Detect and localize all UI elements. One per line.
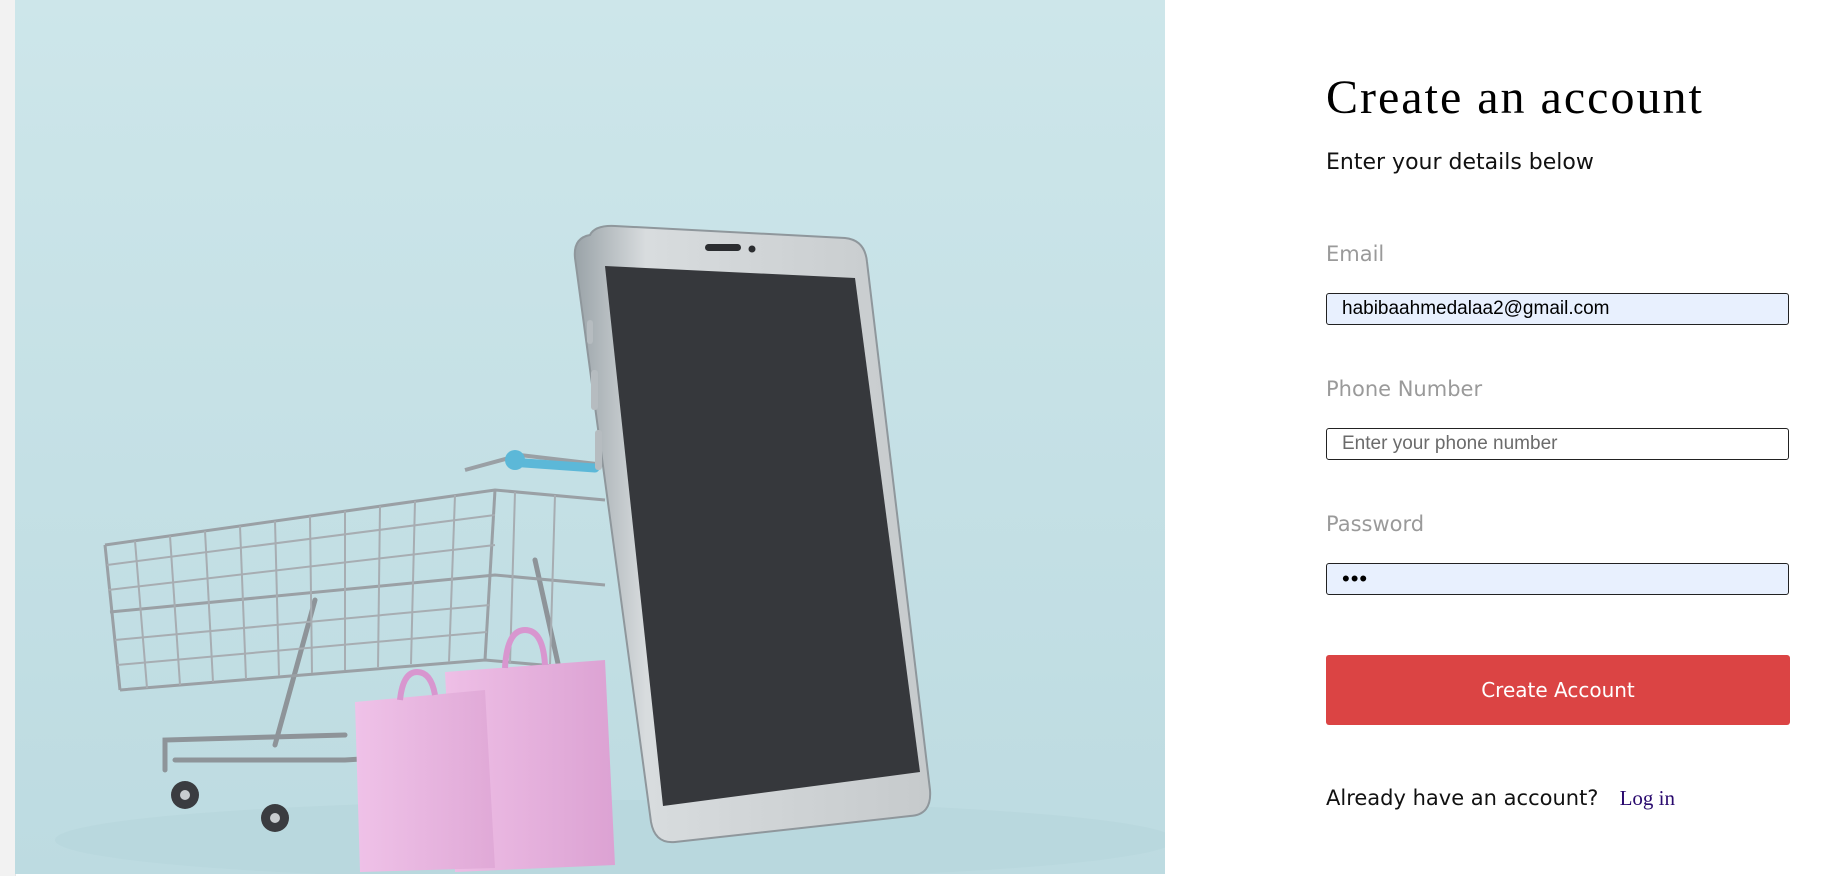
hero-image — [15, 0, 1165, 874]
login-link[interactable]: Log in — [1620, 786, 1675, 810]
phone-field[interactable] — [1326, 428, 1789, 460]
phone-label: Phone Number — [1326, 377, 1483, 401]
page-subtitle: Enter your details below — [1326, 150, 1594, 175]
login-prompt: Already have an account? — [1326, 786, 1599, 810]
page-title: Create an account — [1326, 71, 1704, 124]
signup-page: Create an account Enter your details bel… — [0, 0, 1838, 876]
password-field[interactable] — [1326, 563, 1789, 595]
email-field[interactable] — [1326, 293, 1789, 325]
email-label: Email — [1326, 242, 1385, 266]
login-row: Already have an account? Log in — [1326, 786, 1675, 811]
left-edge-divider — [0, 0, 16, 876]
password-label: Password — [1326, 512, 1425, 536]
create-account-button[interactable]: Create Account — [1326, 655, 1790, 725]
